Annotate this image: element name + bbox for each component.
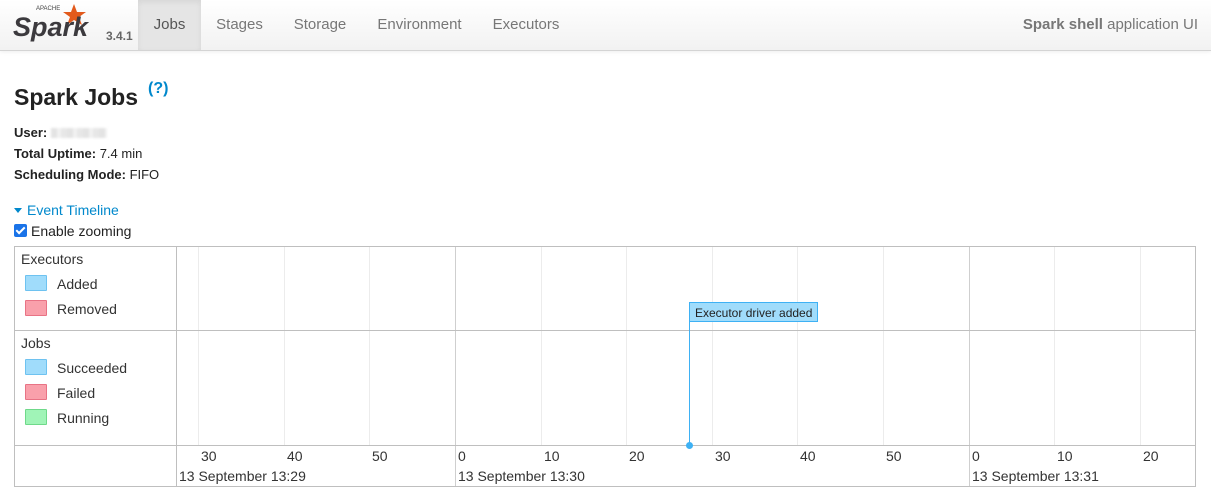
enable-zooming-row: Enable zooming bbox=[14, 223, 131, 239]
brand-text: Spark bbox=[13, 12, 90, 42]
event-timeline-label: Event Timeline bbox=[27, 202, 119, 218]
scheduling-mode-row: Scheduling Mode: FIFO bbox=[14, 167, 159, 182]
grid-line bbox=[883, 247, 884, 445]
event-marker-dot[interactable] bbox=[686, 442, 693, 449]
executor-driver-added-event[interactable]: Executor driver added bbox=[689, 302, 819, 322]
legend-label: Failed bbox=[57, 385, 96, 401]
failed-swatch bbox=[25, 384, 47, 400]
app-title-name: Spark shell bbox=[1022, 16, 1103, 33]
tab-jobs[interactable]: Jobs bbox=[138, 0, 201, 50]
succeeded-swatch bbox=[25, 359, 47, 375]
tab-storage[interactable]: Storage bbox=[278, 0, 362, 50]
added-swatch bbox=[25, 275, 47, 291]
grid-line bbox=[1140, 247, 1141, 445]
legend-job-failed: Failed bbox=[25, 384, 95, 401]
grid-line bbox=[198, 247, 199, 445]
enable-zooming-checkbox[interactable] bbox=[14, 224, 27, 237]
navbar: APACHE Spark 3.4.1 Jobs Stages Storage E… bbox=[0, 0, 1211, 51]
grid-line bbox=[797, 247, 798, 445]
major-grid-line bbox=[969, 247, 970, 486]
grid-line bbox=[284, 247, 285, 445]
axis-date-label: 13 September 13:31 bbox=[972, 468, 1099, 484]
page-title: Spark Jobs bbox=[14, 84, 138, 110]
user-row: User: bbox=[14, 125, 107, 140]
scheduling-mode-label: Scheduling Mode: bbox=[14, 167, 126, 182]
legend-label: Added bbox=[57, 276, 98, 292]
axis-tick-label: 0 bbox=[458, 448, 466, 464]
event-timeline[interactable]: Executors Added Removed Jobs Succeeded F… bbox=[14, 246, 1196, 487]
event-marker-line bbox=[689, 322, 690, 445]
spark-star-icon: APACHE Spark bbox=[13, 4, 90, 42]
axis-tick-label: 10 bbox=[544, 448, 560, 464]
version-label: 3.4.1 bbox=[106, 29, 133, 43]
legend-label: Succeeded bbox=[57, 360, 128, 376]
axis-tick-label: 40 bbox=[800, 448, 816, 464]
axis-date-label: 13 September 13:29 bbox=[179, 468, 306, 484]
axis-tick-label: 30 bbox=[715, 448, 731, 464]
legend-label: Removed bbox=[57, 301, 117, 317]
axis-separator bbox=[15, 445, 1195, 446]
major-grid-line bbox=[455, 247, 456, 486]
grid-line bbox=[712, 247, 713, 445]
row-separator bbox=[15, 330, 1195, 331]
tab-executors[interactable]: Executors bbox=[477, 0, 575, 50]
legend-label: Running bbox=[57, 410, 110, 426]
help-link[interactable]: (?) bbox=[148, 80, 168, 98]
axis-tick-label: 50 bbox=[886, 448, 902, 464]
tab-stages[interactable]: Stages bbox=[201, 0, 278, 50]
grid-line bbox=[541, 247, 542, 445]
uptime-label: Total Uptime: bbox=[14, 146, 97, 161]
spark-logo[interactable]: APACHE Spark 3.4.1 bbox=[12, 2, 133, 48]
redacted-username bbox=[50, 128, 107, 138]
axis-tick-label: 0 bbox=[972, 448, 980, 464]
axis-tick-label: 50 bbox=[372, 448, 388, 464]
event-timeline-toggle[interactable]: Event Timeline bbox=[14, 202, 119, 218]
grid-line bbox=[369, 247, 370, 445]
legend-job-running: Running bbox=[25, 409, 109, 426]
user-label: User: bbox=[14, 125, 48, 140]
removed-swatch bbox=[25, 300, 47, 316]
tab-environment[interactable]: Environment bbox=[362, 0, 477, 50]
executors-group-label: Executors bbox=[21, 251, 84, 267]
axis-tick-label: 20 bbox=[629, 448, 645, 464]
scheduling-mode-value: FIFO bbox=[125, 167, 160, 182]
caret-down-icon bbox=[14, 208, 22, 213]
axis-tick-label: 40 bbox=[287, 448, 303, 464]
app-title-suffix: application UI bbox=[1102, 16, 1198, 33]
axis-tick-label: 10 bbox=[1057, 448, 1073, 464]
grid-line bbox=[1054, 247, 1055, 445]
legend-executor-removed: Removed bbox=[25, 300, 117, 317]
enable-zooming-label[interactable]: Enable zooming bbox=[31, 223, 131, 239]
grid-line bbox=[626, 247, 627, 445]
axis-date-label: 13 September 13:30 bbox=[458, 468, 585, 484]
uptime-row: Total Uptime: 7.4 min bbox=[14, 146, 142, 161]
running-swatch bbox=[25, 409, 47, 425]
axis-tick-label: 20 bbox=[1143, 448, 1159, 464]
jobs-group-label: Jobs bbox=[21, 335, 51, 351]
legend-executor-added: Added bbox=[25, 275, 97, 292]
axis-tick-label: 30 bbox=[201, 448, 217, 464]
legend-job-succeeded: Succeeded bbox=[25, 359, 127, 376]
app-title: Spark shell application UI bbox=[1023, 0, 1198, 50]
group-labels: Executors Added Removed Jobs Succeeded F… bbox=[15, 247, 177, 486]
uptime-value: 7.4 min bbox=[96, 146, 143, 161]
